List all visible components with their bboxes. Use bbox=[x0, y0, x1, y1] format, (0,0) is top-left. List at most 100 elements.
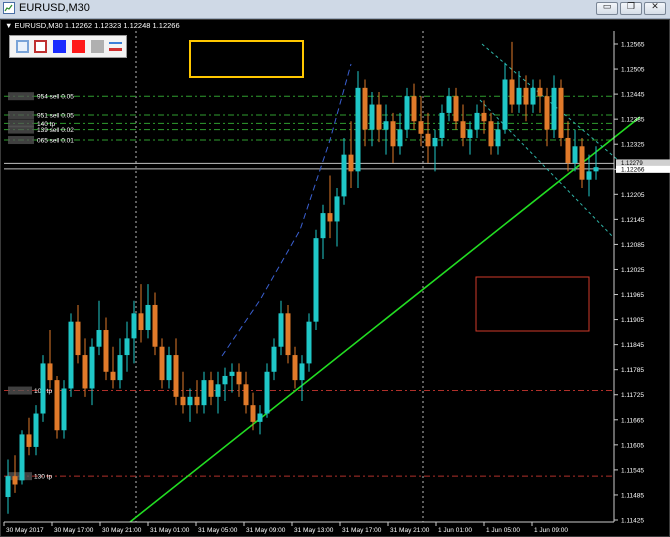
candle-body bbox=[47, 363, 53, 381]
candle-body bbox=[124, 338, 130, 356]
candle-body bbox=[467, 129, 473, 138]
time-tick-label: 31 May 05:00 bbox=[198, 527, 238, 534]
red-fill-tool-icon[interactable] bbox=[72, 40, 85, 53]
chart-window: EURUSD,M30 ▭ ❐ ✕ 954 sell 0.05 951 sell 0… bbox=[0, 0, 670, 537]
order-marker-4 bbox=[8, 136, 34, 145]
candle-body bbox=[5, 476, 11, 498]
candle-body bbox=[383, 121, 389, 130]
line-style-tool-icon[interactable] bbox=[109, 40, 122, 53]
candle-body bbox=[159, 346, 165, 381]
candle-body bbox=[194, 396, 200, 406]
candle-body bbox=[551, 87, 557, 130]
drawing-toolbar[interactable] bbox=[9, 35, 127, 58]
candle-body bbox=[565, 137, 571, 163]
candle-body bbox=[397, 129, 403, 147]
price-tick-label: 1.11605 bbox=[621, 442, 644, 449]
time-tick-label: 30 May 17:00 bbox=[54, 527, 94, 534]
candle-body bbox=[348, 154, 354, 172]
support-trendline bbox=[129, 116, 641, 523]
order-label-0: 954 sell 0.05 bbox=[37, 94, 74, 101]
candle-body bbox=[26, 434, 32, 447]
time-tick-label: 1 Jun 09:00 bbox=[534, 527, 568, 534]
candle-body bbox=[586, 171, 592, 180]
projection-line bbox=[221, 63, 352, 357]
candle-body bbox=[404, 96, 410, 130]
order-marker-0 bbox=[8, 92, 34, 101]
candle-body bbox=[278, 313, 284, 347]
candle-body bbox=[516, 87, 522, 105]
candle-body bbox=[173, 355, 179, 397]
candle-body bbox=[306, 321, 312, 364]
candle-body bbox=[131, 313, 137, 339]
candle-body bbox=[418, 121, 424, 134]
price-tick-label: 1.11965 bbox=[621, 292, 644, 299]
candle-body bbox=[509, 79, 515, 105]
red-rectangle bbox=[475, 276, 590, 332]
price-tick-label: 1.12505 bbox=[621, 67, 645, 74]
time-tick-label: 30 May 21:00 bbox=[102, 527, 142, 534]
candle-body bbox=[502, 79, 508, 130]
blue-fill-tool-icon[interactable] bbox=[53, 40, 66, 53]
price-tick-label: 1.12085 bbox=[621, 242, 645, 249]
candle-body bbox=[495, 129, 501, 147]
tp-marker-0 bbox=[8, 386, 32, 395]
candle-body bbox=[432, 137, 438, 147]
candle-body bbox=[544, 96, 550, 130]
current-price-label: 1.12266 bbox=[621, 166, 645, 173]
candle-body bbox=[229, 371, 235, 376]
candle-body bbox=[250, 405, 256, 422]
price-tick-label: 1.11545 bbox=[621, 467, 644, 474]
price-tick-label: 1.11785 bbox=[621, 367, 644, 374]
candle-body bbox=[82, 355, 88, 389]
candle-body bbox=[313, 238, 319, 322]
price-chart[interactable]: 954 sell 0.05951 sell 0.05140 tp139 sell… bbox=[0, 0, 670, 537]
time-tick-label: 1 Jun 05:00 bbox=[486, 527, 520, 534]
candle-body bbox=[138, 313, 144, 331]
rectangle-red-tool-icon[interactable] bbox=[34, 40, 47, 53]
rectangle-blue-tool-icon[interactable] bbox=[16, 40, 29, 53]
candle-body bbox=[523, 87, 529, 105]
candle-body bbox=[425, 133, 431, 147]
candle-body bbox=[334, 196, 340, 222]
candle-body bbox=[411, 96, 417, 122]
candle-body bbox=[103, 330, 109, 372]
candle-body bbox=[166, 355, 172, 381]
price-tick-label: 1.12565 bbox=[621, 42, 645, 49]
candle-body bbox=[187, 396, 193, 406]
order-marker-1 bbox=[8, 110, 34, 119]
price-tick-label: 1.11905 bbox=[621, 317, 644, 324]
candle-body bbox=[572, 146, 578, 163]
price-tick-label: 1.11485 bbox=[621, 492, 644, 499]
candle-body bbox=[236, 371, 242, 385]
candle-body bbox=[33, 413, 39, 447]
candle-body bbox=[474, 112, 480, 130]
candle-body bbox=[61, 388, 67, 431]
price-tick-label: 1.11665 bbox=[621, 417, 644, 424]
candle-body bbox=[208, 380, 214, 397]
candle-body bbox=[96, 330, 102, 347]
price-tick-label: 1.11845 bbox=[621, 342, 644, 349]
tp-label-1: 130 tp bbox=[34, 474, 52, 481]
yellow-rectangle bbox=[189, 40, 304, 78]
candle-body bbox=[579, 146, 585, 180]
candle-body bbox=[12, 476, 18, 485]
gray-fill-tool-icon[interactable] bbox=[91, 40, 104, 53]
price-tick-label: 1.12325 bbox=[621, 142, 645, 149]
candle-body bbox=[341, 154, 347, 197]
time-tick-label: 31 May 21:00 bbox=[390, 527, 430, 534]
price-tick-label: 1.12445 bbox=[621, 92, 645, 99]
candle-body bbox=[117, 355, 123, 381]
candle-body bbox=[271, 346, 277, 372]
candle-body bbox=[355, 87, 361, 172]
candle-body bbox=[89, 346, 95, 389]
candle-body bbox=[460, 121, 466, 138]
candle-body bbox=[446, 96, 452, 113]
time-tick-label: 30 May 2017 bbox=[6, 527, 44, 534]
time-tick-label: 31 May 13:00 bbox=[294, 527, 334, 534]
price-tick-label: 1.12145 bbox=[621, 217, 645, 224]
time-tick-label: 31 May 01:00 bbox=[150, 527, 190, 534]
candle-body bbox=[54, 380, 60, 431]
candle-body bbox=[390, 121, 396, 147]
order-label-4: 065 sell 0.01 bbox=[37, 138, 74, 145]
candle-body bbox=[320, 213, 326, 239]
